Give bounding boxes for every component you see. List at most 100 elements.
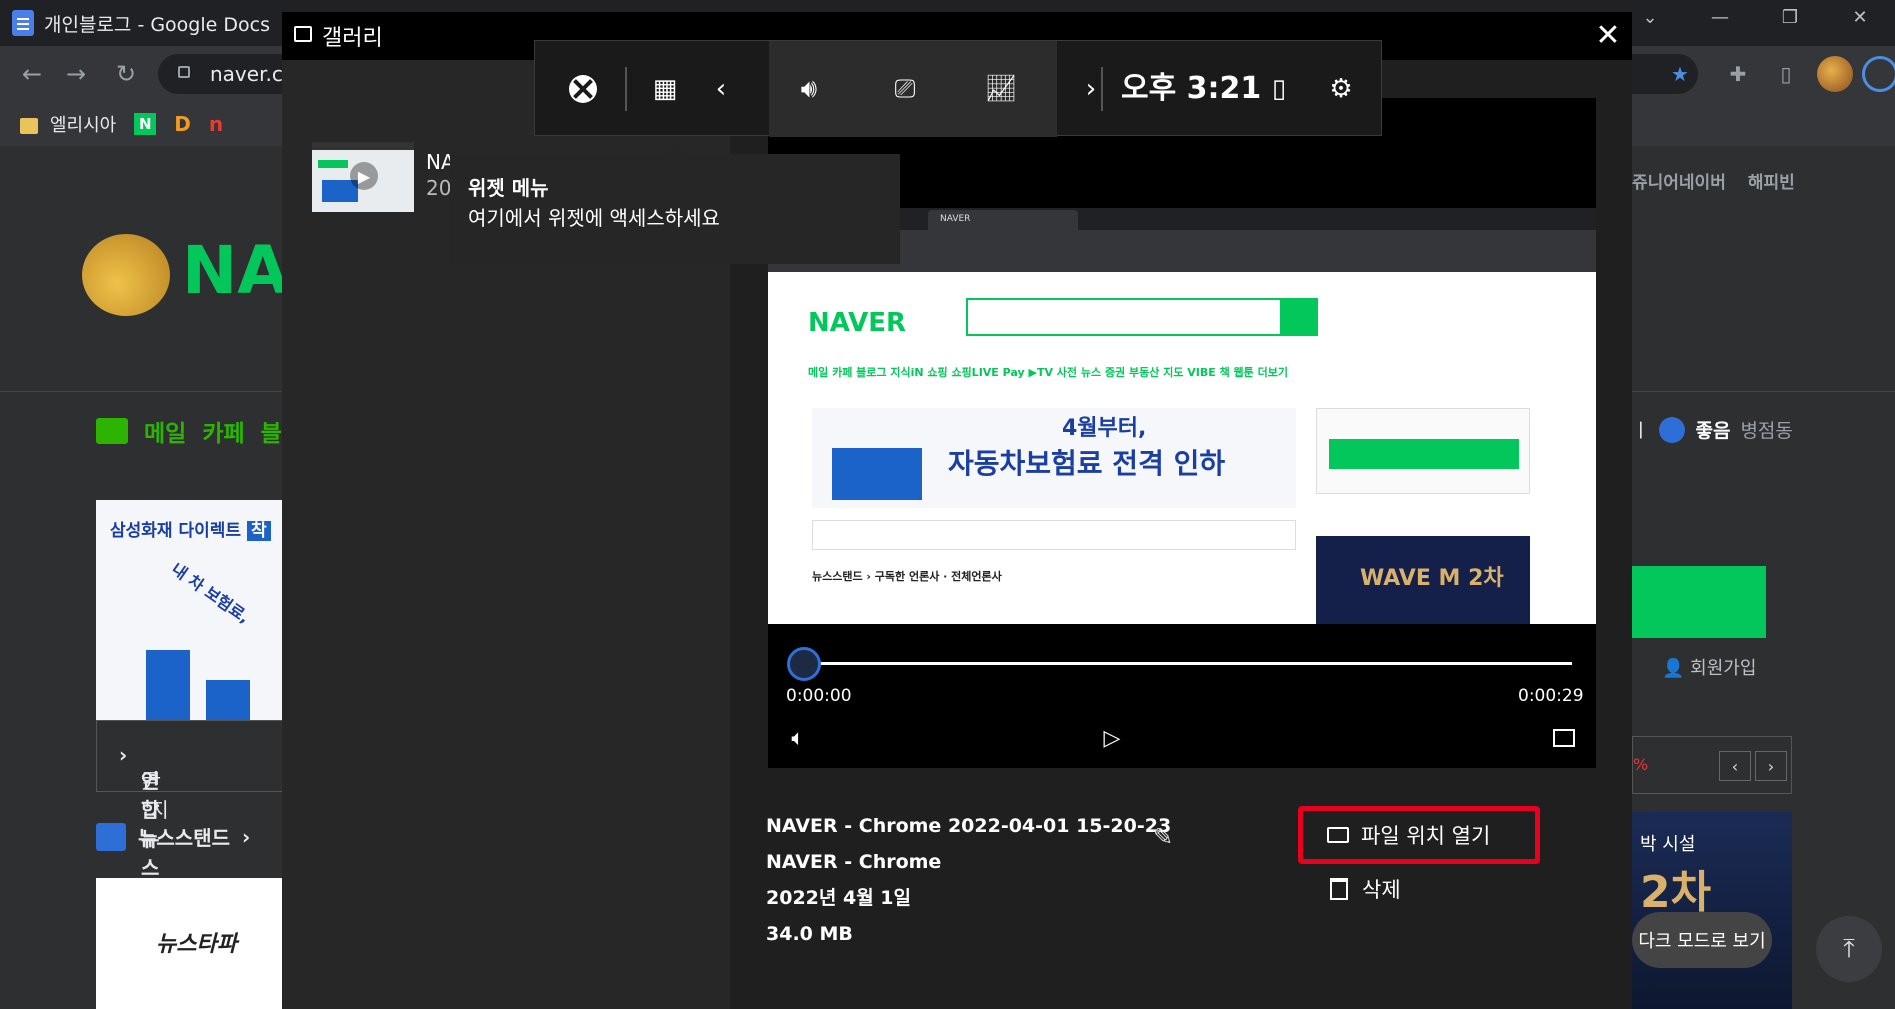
gallery-title: 갤러리 — [322, 26, 383, 51]
press-logo-box[interactable]: 뉴스타파 — [96, 878, 286, 1009]
open-file-location-button[interactable]: 파일 위치 열기 — [1298, 806, 1540, 864]
ad-slogan: 내 차 보험료, — [167, 559, 254, 628]
video-ad: 4월부터, 자동차보험료 전격 인하 — [812, 408, 1296, 508]
lock-icon — [178, 66, 190, 78]
play-icon[interactable]: ▷ — [1096, 722, 1128, 754]
minimize-icon[interactable]: — — [1685, 0, 1755, 34]
tooltip-arrow — [666, 144, 686, 154]
nav-blog[interactable]: 블 — [261, 414, 282, 448]
join-link[interactable]: 👤 회원가입 — [1662, 654, 1756, 680]
video-frame[interactable]: NAVER NAVER 메일 카페 블로그 지식iN 쇼핑 쇼핑LIVE Pay… — [768, 208, 1596, 652]
clock: 오후 3:21 — [1121, 71, 1262, 106]
nav-mail[interactable]: 메일 — [144, 414, 186, 448]
seek-thumb[interactable] — [787, 647, 821, 681]
smile-icon — [1659, 416, 1686, 443]
person-icon: 👤 — [1662, 658, 1685, 679]
window-controls: ⌄ — ❐ ✕ — [1615, 0, 1895, 34]
scroll-left-icon[interactable]: ‹ — [701, 69, 741, 109]
dark-mode-button[interactable]: 다크 모드로 보기 — [1632, 912, 1772, 968]
delete-button[interactable]: 삭제 — [1330, 874, 1401, 904]
capture-thumbnail[interactable]: ▶ — [312, 142, 414, 212]
divider — [0, 391, 282, 392]
press-logo: 뉴스타파 — [156, 931, 237, 957]
audio-icon[interactable]: 🔊︎ — [789, 69, 829, 109]
chrome-menu-icon[interactable] — [1862, 56, 1895, 92]
naver-login-button[interactable] — [1632, 566, 1766, 638]
file-metadata: NAVER - Chrome 2022-04-01 15-20-23 NAVER… — [766, 808, 1171, 952]
volume-icon[interactable]: 🔈︎ — [782, 722, 814, 754]
forward-icon[interactable]: → — [62, 60, 90, 88]
link-junior[interactable]: 쥬니어네이버 — [1632, 168, 1726, 193]
game-bar: ▦ ‹ 🔊︎ ⎚ 📈︎ › 오후 3:21 ▯ ⚙ — [534, 40, 1382, 137]
back-icon[interactable]: ← — [18, 60, 46, 88]
profile-avatar[interactable] — [1817, 56, 1853, 92]
folder-icon — [20, 118, 38, 134]
performance-icon[interactable]: 📈︎ — [981, 69, 1021, 109]
scroll-right-icon[interactable]: › — [1071, 69, 1111, 109]
browser-tab[interactable]: 개인블로그 - Google Docs — [12, 6, 270, 40]
bookmark-daum[interactable]: D — [174, 112, 191, 136]
ad-bar — [146, 650, 190, 730]
bookmark-star-icon[interactable]: ★ — [1664, 58, 1696, 90]
capture-icon[interactable]: ⎚ — [885, 69, 925, 109]
bookmark-naver[interactable]: N — [134, 113, 157, 135]
gallery-icon — [294, 26, 312, 42]
extensions-icon[interactable]: ✚ — [1722, 58, 1754, 90]
next-icon[interactable]: › — [1755, 751, 1787, 781]
current-time: 0:00:00 — [786, 686, 852, 706]
file-app: NAVER - Chrome — [766, 851, 942, 873]
widget-menu-tooltip: 위젯 메뉴 여기에서 위젯에 액세스하세요 — [450, 154, 900, 264]
widget-menu-icon[interactable]: ▦ — [645, 69, 685, 109]
xbox-icon[interactable] — [563, 69, 603, 109]
fullscreen-icon[interactable] — [1548, 722, 1580, 754]
air-quality[interactable]: ㅣ 좋음 병점동 — [1632, 416, 1793, 443]
stock-panel: % ‹ › — [1632, 736, 1792, 794]
play-icon: ▶ — [350, 162, 378, 190]
tooltip-body: 여기에서 위젯에 액세스하세요 — [468, 206, 720, 230]
file-date: 2022년 4월 1일 — [766, 887, 911, 909]
folder-icon — [1327, 827, 1349, 843]
reload-icon[interactable]: ↻ — [112, 60, 140, 88]
settings-icon[interactable]: ⚙ — [1321, 69, 1361, 109]
google-docs-icon — [12, 10, 34, 36]
trash-icon — [1330, 878, 1348, 900]
newsstand-icon — [96, 822, 126, 851]
video-search-icon — [1282, 298, 1318, 336]
file-name: NAVER - Chrome 2022-04-01 15-20-23 — [766, 815, 1172, 837]
wave-ad[interactable]: 박 시설 2차 — [1632, 812, 1792, 1009]
naver-hat-icon — [82, 234, 170, 316]
video-search-box — [966, 298, 1282, 336]
scroll-top-icon[interactable]: ⤒ — [1816, 916, 1882, 982]
close-window-icon[interactable]: ✕ — [1825, 0, 1895, 34]
link-happybean[interactable]: 해피빈 — [1748, 168, 1795, 193]
tooltip-heading: 위젯 메뉴 — [468, 176, 549, 200]
news-ticker[interactable]: 연합뉴스 › 尹 "지 — [96, 720, 286, 880]
gallery-close-button[interactable]: ✕ — [1592, 20, 1624, 52]
browser-tab-title: 개인블로그 - Google Docs — [44, 13, 270, 36]
video-naver-logo: NAVER — [808, 308, 907, 338]
stock-pager: ‹ › — [1719, 751, 1787, 781]
restore-icon[interactable]: ❐ — [1755, 0, 1825, 34]
insurance-ad[interactable]: 삼성화재 다이렉트 착 내 차 보험료, — [96, 500, 286, 730]
duration: 0:00:29 — [1518, 686, 1584, 706]
file-size: 34.0 MB — [766, 923, 853, 945]
bookmark-folder[interactable]: 엘리시아 — [20, 111, 116, 137]
newsstand-header[interactable]: 뉴스스탠드 › — [96, 822, 250, 851]
bookmark-netflix[interactable]: n — [209, 112, 223, 136]
capture-list-date: 20 — [426, 176, 452, 200]
prev-icon[interactable]: ‹ — [1719, 751, 1751, 781]
side-panel-icon[interactable]: ▯ — [1770, 58, 1802, 90]
naver-service-nav: 메일 카페 블 — [96, 414, 282, 448]
edit-name-icon[interactable]: ✎ — [1148, 822, 1178, 852]
naver-page-right: 쥬니어네이버 해피빈 ㅣ 좋음 병점동 👤 회원가입 % ‹ › 박 시설 2차… — [1632, 146, 1895, 1009]
naver-logo[interactable]: NAV — [82, 222, 335, 322]
video-tab: NAVER — [928, 210, 1078, 230]
player-controls: 0:00:00 0:00:29 🔈︎ ▷ — [768, 624, 1596, 768]
video-service-nav: 메일 카페 블로그 지식iN 쇼핑 쇼핑LIVE Pay ▶TV 사전 뉴스 증… — [808, 366, 1288, 379]
top-links: 쥬니어네이버 해피빈 — [1632, 168, 1795, 193]
mail-icon — [96, 418, 128, 444]
mouse-icon[interactable]: ▯ — [1259, 69, 1299, 109]
seek-bar[interactable] — [804, 662, 1572, 665]
ad-title: 삼성화재 다이렉트 착 — [110, 516, 271, 541]
nav-cafe[interactable]: 카페 — [202, 414, 244, 448]
